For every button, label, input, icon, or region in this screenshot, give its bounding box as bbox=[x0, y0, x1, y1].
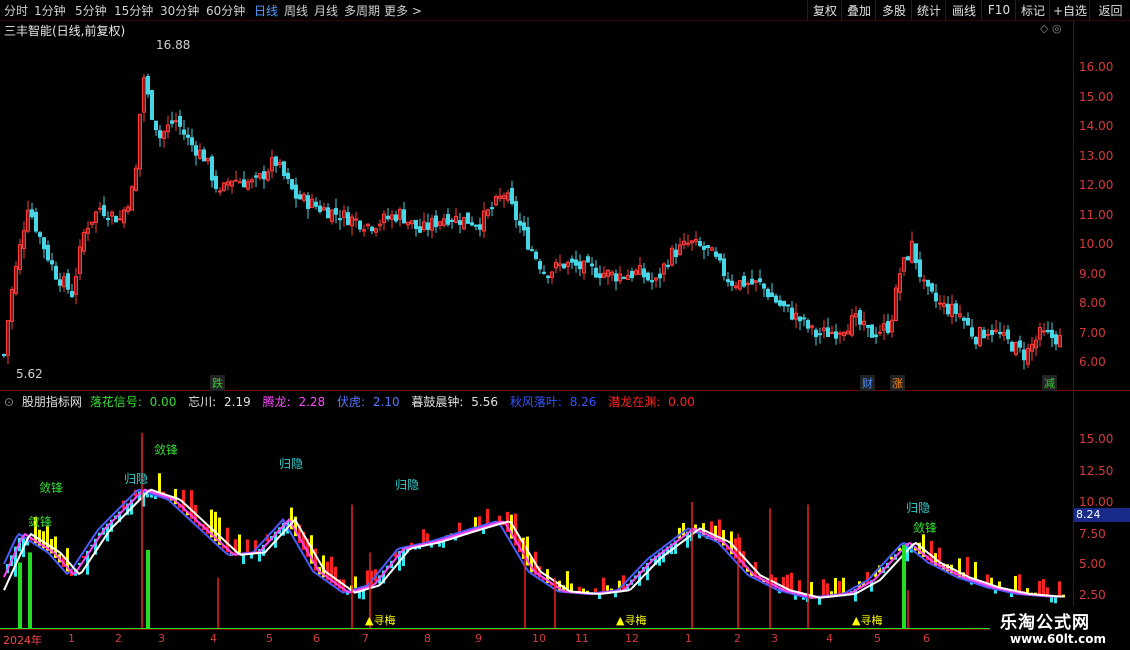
low-price-label: 5.62 bbox=[16, 367, 43, 381]
high-price-label: 16.88 bbox=[156, 38, 191, 52]
date-label: 5 bbox=[266, 632, 273, 645]
period-tab-daily[interactable]: 日线 bbox=[254, 2, 278, 19]
y-tick: 16.00 bbox=[1079, 60, 1114, 74]
y-tick: 5.00 bbox=[1079, 557, 1106, 571]
date-label: 10 bbox=[532, 632, 546, 645]
indicator-field: 落花信号: 0.00 bbox=[89, 395, 177, 409]
date-label: 8 bbox=[424, 632, 431, 645]
diamond-icon[interactable]: ◇ ◎ bbox=[1040, 22, 1062, 35]
y-tick: 2.50 bbox=[1079, 588, 1106, 602]
period-tab[interactable]: 60分钟 bbox=[206, 2, 245, 19]
date-label: 3 bbox=[771, 632, 778, 645]
f10-button[interactable]: F10 bbox=[981, 0, 1016, 20]
date-label: 4 bbox=[210, 632, 217, 645]
date-label: 7 bbox=[362, 632, 369, 645]
event-marker[interactable]: 减 bbox=[1042, 375, 1057, 391]
y-tick: 7.50 bbox=[1079, 527, 1106, 541]
date-label: 1 bbox=[68, 632, 75, 645]
y-tick: 15.00 bbox=[1079, 90, 1114, 104]
signal-label: ▲寻梅 bbox=[852, 614, 883, 627]
draw-button[interactable]: 画线 bbox=[945, 0, 982, 20]
y-tick: 9.00 bbox=[1079, 267, 1106, 281]
period-tab[interactable]: 分时 bbox=[4, 2, 28, 19]
signal-label: 敛锋 bbox=[39, 481, 64, 495]
multi-stock-button[interactable]: 多股 bbox=[875, 0, 912, 20]
signal-label: 敛锋 bbox=[913, 521, 938, 535]
date-label: 3 bbox=[158, 632, 165, 645]
period-tab[interactable]: 5分钟 bbox=[75, 2, 107, 19]
signal-label: ▲寻梅 bbox=[365, 614, 396, 627]
date-label: 4 bbox=[826, 632, 833, 645]
watermark-logo: 乐淘公式网 www.60lt.com bbox=[990, 606, 1130, 650]
y-tick: 15.00 bbox=[1079, 432, 1114, 446]
period-tab[interactable]: 多周期 bbox=[344, 2, 380, 19]
y-tick: 7.00 bbox=[1079, 326, 1106, 340]
mark-button[interactable]: 标记 bbox=[1015, 0, 1050, 20]
date-label: 6 bbox=[313, 632, 320, 645]
y-tick: 10.00 bbox=[1079, 237, 1114, 251]
signal-label: 归隐 bbox=[279, 457, 304, 471]
date-label: 12 bbox=[625, 632, 639, 645]
stats-button[interactable]: 统计 bbox=[911, 0, 946, 20]
y-tick: 14.00 bbox=[1079, 119, 1114, 133]
period-tab[interactable]: 30分钟 bbox=[160, 2, 199, 19]
period-tab[interactable]: 15分钟 bbox=[114, 2, 153, 19]
y-tick: 12.00 bbox=[1079, 178, 1114, 192]
event-marker[interactable]: 涨 bbox=[890, 375, 905, 391]
period-tab[interactable]: 月线 bbox=[314, 2, 338, 19]
signal-label: 归隐 bbox=[906, 501, 931, 515]
indicator-field: 潜龙在渊: 0.00 bbox=[608, 395, 695, 409]
adjust-button[interactable]: 复权 bbox=[807, 0, 842, 20]
date-label: 2 bbox=[115, 632, 122, 645]
indicator-field: 忘川: 2.19 bbox=[188, 395, 251, 409]
signal-label: 归隐 bbox=[124, 472, 149, 486]
y-tick: 11.00 bbox=[1079, 208, 1114, 222]
y-tick: 10.00 bbox=[1079, 495, 1114, 509]
add-watchlist-button[interactable]: +自选 bbox=[1049, 0, 1090, 20]
panel-separator bbox=[0, 390, 1130, 391]
date-label: 5 bbox=[874, 632, 881, 645]
y-tick: 12.50 bbox=[1079, 464, 1114, 478]
signal-label: 敛锋 bbox=[154, 443, 179, 457]
event-marker[interactable]: 财 bbox=[860, 375, 875, 391]
candlestick-chart[interactable] bbox=[0, 36, 1073, 390]
indicator-field: 暮鼓晨钟: 5.56 bbox=[411, 395, 499, 409]
date-label: 6 bbox=[923, 632, 930, 645]
signal-label: ▲寻梅 bbox=[616, 614, 647, 627]
collapse-icon[interactable]: ⊙ bbox=[4, 395, 14, 409]
signal-label: 归隐 bbox=[395, 478, 420, 492]
y-tick: 8.00 bbox=[1079, 296, 1106, 310]
indicator-field: 秋风落叶: 8.26 bbox=[509, 395, 597, 409]
back-button[interactable]: 返回 bbox=[1089, 0, 1130, 20]
more-periods[interactable]: 更多 > bbox=[384, 2, 422, 19]
event-marker[interactable]: 跌 bbox=[210, 375, 225, 391]
indicator-field: 伏虎: 2.10 bbox=[337, 395, 400, 409]
date-label: 11 bbox=[575, 632, 589, 645]
y-tick: 6.00 bbox=[1079, 355, 1106, 369]
current-value-badge: 8.24 bbox=[1074, 508, 1130, 522]
watermark-title: 乐淘公式网 bbox=[1000, 613, 1090, 633]
signal-label: 敛锋 bbox=[28, 515, 53, 529]
period-tab[interactable]: 周线 bbox=[284, 2, 308, 19]
date-axis-separator bbox=[0, 629, 1130, 630]
indicator-name[interactable]: 股朋指标网 bbox=[22, 395, 82, 409]
y-tick: 13.00 bbox=[1079, 149, 1114, 163]
period-tab[interactable]: 1分钟 bbox=[34, 2, 66, 19]
date-label: 2024年 bbox=[3, 634, 42, 647]
overlay-button[interactable]: 叠加 bbox=[841, 0, 876, 20]
date-label: 2 bbox=[734, 632, 741, 645]
top-toolbar: 分时 1分钟 5分钟 15分钟 30分钟 60分钟 日线 周线 月线 多周期 更… bbox=[0, 0, 1130, 21]
axis-separator bbox=[1073, 20, 1074, 630]
indicator-field: 腾龙: 2.28 bbox=[262, 395, 326, 409]
date-label: 1 bbox=[685, 632, 692, 645]
date-label: 9 bbox=[475, 632, 482, 645]
watermark-url: www.60lt.com bbox=[1010, 632, 1107, 646]
